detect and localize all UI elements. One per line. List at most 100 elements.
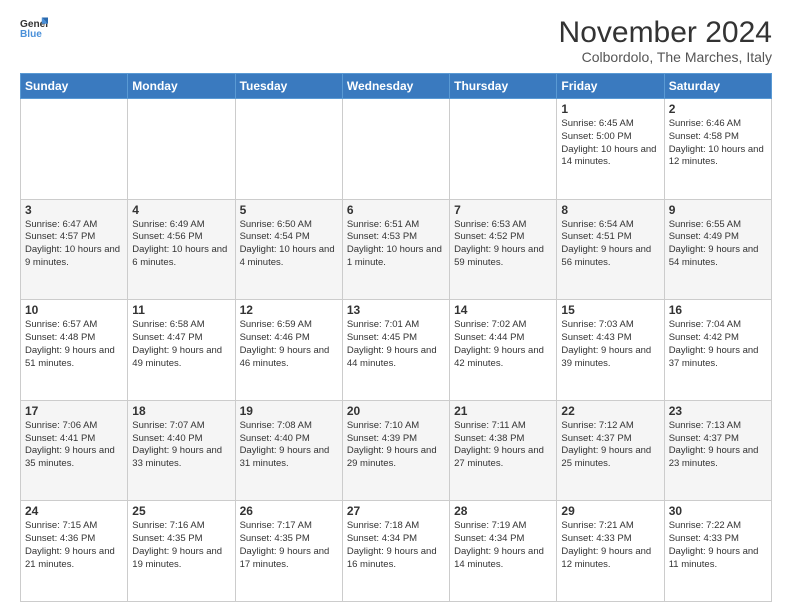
day-number: 11 xyxy=(132,303,230,317)
day-number: 23 xyxy=(669,404,767,418)
svg-text:Blue: Blue xyxy=(20,29,42,40)
day-info: Sunrise: 7:18 AM Sunset: 4:34 PM Dayligh… xyxy=(347,520,445,571)
calendar-cell xyxy=(128,99,235,200)
calendar-cell: 5Sunrise: 6:50 AM Sunset: 4:54 PM Daylig… xyxy=(235,199,342,300)
week-row-3: 10 Sunrise: 6:57 AM Sunset: 4:48 PM Dayli… xyxy=(21,300,772,401)
week-row-4: 17 Sunrise: 7:06 AM Sunset: 4:41 PM Dayli… xyxy=(21,400,772,501)
day-info: Sunrise: 6:59 AM Sunset: 4:46 PM Dayligh… xyxy=(240,319,338,370)
calendar-cell: 27 Sunrise: 7:18 AM Sunset: 4:34 PM Dayli… xyxy=(342,501,449,602)
col-thursday: Thursday xyxy=(450,74,557,99)
calendar-cell: 10 Sunrise: 6:57 AM Sunset: 4:48 PM Dayli… xyxy=(21,300,128,401)
day-number: 6 xyxy=(347,203,445,217)
day-number: 8 xyxy=(561,203,659,217)
col-sunday: Sunday xyxy=(21,74,128,99)
day-number: 22 xyxy=(561,404,659,418)
day-info: Sunrise: 7:04 AM Sunset: 4:42 PM Dayligh… xyxy=(669,319,767,370)
calendar-cell: 17 Sunrise: 7:06 AM Sunset: 4:41 PM Dayli… xyxy=(21,400,128,501)
day-info: Sunrise: 7:19 AM Sunset: 4:34 PM Dayligh… xyxy=(454,520,552,571)
calendar-cell: 8Sunrise: 6:54 AM Sunset: 4:51 PM Daylig… xyxy=(557,199,664,300)
day-number: 20 xyxy=(347,404,445,418)
day-info: Sunrise: 7:03 AM Sunset: 4:43 PM Dayligh… xyxy=(561,319,659,370)
calendar-cell: 24 Sunrise: 7:15 AM Sunset: 4:36 PM Dayli… xyxy=(21,501,128,602)
day-info: Sunrise: 7:11 AM Sunset: 4:38 PM Dayligh… xyxy=(454,420,552,471)
day-info: Sunrise: 6:50 AM Sunset: 4:54 PM Dayligh… xyxy=(240,219,338,270)
day-number: 12 xyxy=(240,303,338,317)
day-number: 21 xyxy=(454,404,552,418)
day-info: Sunrise: 7:13 AM Sunset: 4:37 PM Dayligh… xyxy=(669,420,767,471)
day-info: Sunrise: 7:17 AM Sunset: 4:35 PM Dayligh… xyxy=(240,520,338,571)
col-saturday: Saturday xyxy=(664,74,771,99)
calendar-cell: 2 Sunrise: 6:46 AM Sunset: 4:58 PM Daylig… xyxy=(664,99,771,200)
calendar-cell: 16Sunrise: 7:04 AM Sunset: 4:42 PM Dayli… xyxy=(664,300,771,401)
col-wednesday: Wednesday xyxy=(342,74,449,99)
calendar-cell: 3 Sunrise: 6:47 AM Sunset: 4:57 PM Daylig… xyxy=(21,199,128,300)
calendar-cell: 6Sunrise: 6:51 AM Sunset: 4:53 PM Daylig… xyxy=(342,199,449,300)
calendar-cell: 18 Sunrise: 7:07 AM Sunset: 4:40 PM Dayli… xyxy=(128,400,235,501)
day-info: Sunrise: 6:47 AM Sunset: 4:57 PM Dayligh… xyxy=(25,219,123,270)
main-title: November 2024 xyxy=(559,16,772,49)
header-row: Sunday Monday Tuesday Wednesday Thursday… xyxy=(21,74,772,99)
day-number: 25 xyxy=(132,504,230,518)
col-monday: Monday xyxy=(128,74,235,99)
calendar-cell: 21 Sunrise: 7:11 AM Sunset: 4:38 PM Dayli… xyxy=(450,400,557,501)
calendar-cell: 4Sunrise: 6:49 AM Sunset: 4:56 PM Daylig… xyxy=(128,199,235,300)
calendar-header: Sunday Monday Tuesday Wednesday Thursday… xyxy=(21,74,772,99)
calendar-cell xyxy=(450,99,557,200)
day-number: 10 xyxy=(25,303,123,317)
day-info: Sunrise: 7:16 AM Sunset: 4:35 PM Dayligh… xyxy=(132,520,230,571)
day-info: Sunrise: 7:01 AM Sunset: 4:45 PM Dayligh… xyxy=(347,319,445,370)
day-info: Sunrise: 7:12 AM Sunset: 4:37 PM Dayligh… xyxy=(561,420,659,471)
day-number: 27 xyxy=(347,504,445,518)
col-friday: Friday xyxy=(557,74,664,99)
day-info: Sunrise: 6:49 AM Sunset: 4:56 PM Dayligh… xyxy=(132,219,230,270)
logo-icon: General Blue xyxy=(20,16,48,44)
calendar-cell: 19 Sunrise: 7:08 AM Sunset: 4:40 PM Dayli… xyxy=(235,400,342,501)
calendar-cell xyxy=(342,99,449,200)
day-info: Sunrise: 6:55 AM Sunset: 4:49 PM Dayligh… xyxy=(669,219,767,270)
day-number: 3 xyxy=(25,203,123,217)
day-number: 14 xyxy=(454,303,552,317)
day-info: Sunrise: 7:15 AM Sunset: 4:36 PM Dayligh… xyxy=(25,520,123,571)
calendar-cell: 1Sunrise: 6:45 AM Sunset: 5:00 PM Daylig… xyxy=(557,99,664,200)
calendar-cell xyxy=(21,99,128,200)
calendar-cell: 30 Sunrise: 7:22 AM Sunset: 4:33 PM Dayli… xyxy=(664,501,771,602)
calendar-cell: 13 Sunrise: 7:01 AM Sunset: 4:45 PM Dayli… xyxy=(342,300,449,401)
day-number: 30 xyxy=(669,504,767,518)
page: General Blue November 2024 Colbordolo, T… xyxy=(0,0,792,612)
calendar-cell: 28Sunrise: 7:19 AM Sunset: 4:34 PM Dayli… xyxy=(450,501,557,602)
day-info: Sunrise: 7:22 AM Sunset: 4:33 PM Dayligh… xyxy=(669,520,767,571)
calendar-cell: 14 Sunrise: 7:02 AM Sunset: 4:44 PM Dayli… xyxy=(450,300,557,401)
day-number: 17 xyxy=(25,404,123,418)
day-info: Sunrise: 7:02 AM Sunset: 4:44 PM Dayligh… xyxy=(454,319,552,370)
day-number: 24 xyxy=(25,504,123,518)
day-number: 18 xyxy=(132,404,230,418)
week-row-2: 3 Sunrise: 6:47 AM Sunset: 4:57 PM Daylig… xyxy=(21,199,772,300)
day-number: 19 xyxy=(240,404,338,418)
day-info: Sunrise: 7:07 AM Sunset: 4:40 PM Dayligh… xyxy=(132,420,230,471)
week-row-5: 24 Sunrise: 7:15 AM Sunset: 4:36 PM Dayli… xyxy=(21,501,772,602)
calendar-cell: 26 Sunrise: 7:17 AM Sunset: 4:35 PM Dayli… xyxy=(235,501,342,602)
calendar-cell xyxy=(235,99,342,200)
calendar-cell: 12 Sunrise: 6:59 AM Sunset: 4:46 PM Dayli… xyxy=(235,300,342,401)
day-info: Sunrise: 7:06 AM Sunset: 4:41 PM Dayligh… xyxy=(25,420,123,471)
day-info: Sunrise: 6:57 AM Sunset: 4:48 PM Dayligh… xyxy=(25,319,123,370)
calendar-cell: 15 Sunrise: 7:03 AM Sunset: 4:43 PM Dayli… xyxy=(557,300,664,401)
title-block: November 2024 Colbordolo, The Marches, I… xyxy=(559,16,772,65)
day-number: 29 xyxy=(561,504,659,518)
day-info: Sunrise: 6:46 AM Sunset: 4:58 PM Dayligh… xyxy=(669,118,767,169)
day-number: 26 xyxy=(240,504,338,518)
calendar-table: Sunday Monday Tuesday Wednesday Thursday… xyxy=(20,73,772,602)
calendar-cell: 7Sunrise: 6:53 AM Sunset: 4:52 PM Daylig… xyxy=(450,199,557,300)
day-number: 13 xyxy=(347,303,445,317)
calendar-cell: 20 Sunrise: 7:10 AM Sunset: 4:39 PM Dayli… xyxy=(342,400,449,501)
day-number: 2 xyxy=(669,102,767,116)
day-number: 7 xyxy=(454,203,552,217)
calendar-cell: 23 Sunrise: 7:13 AM Sunset: 4:37 PM Dayli… xyxy=(664,400,771,501)
day-info: Sunrise: 6:45 AM Sunset: 5:00 PM Dayligh… xyxy=(561,118,659,169)
header: General Blue November 2024 Colbordolo, T… xyxy=(20,16,772,65)
day-info: Sunrise: 7:08 AM Sunset: 4:40 PM Dayligh… xyxy=(240,420,338,471)
calendar-cell: 11Sunrise: 6:58 AM Sunset: 4:47 PM Dayli… xyxy=(128,300,235,401)
calendar-cell: 25 Sunrise: 7:16 AM Sunset: 4:35 PM Dayli… xyxy=(128,501,235,602)
day-number: 15 xyxy=(561,303,659,317)
day-info: Sunrise: 7:10 AM Sunset: 4:39 PM Dayligh… xyxy=(347,420,445,471)
